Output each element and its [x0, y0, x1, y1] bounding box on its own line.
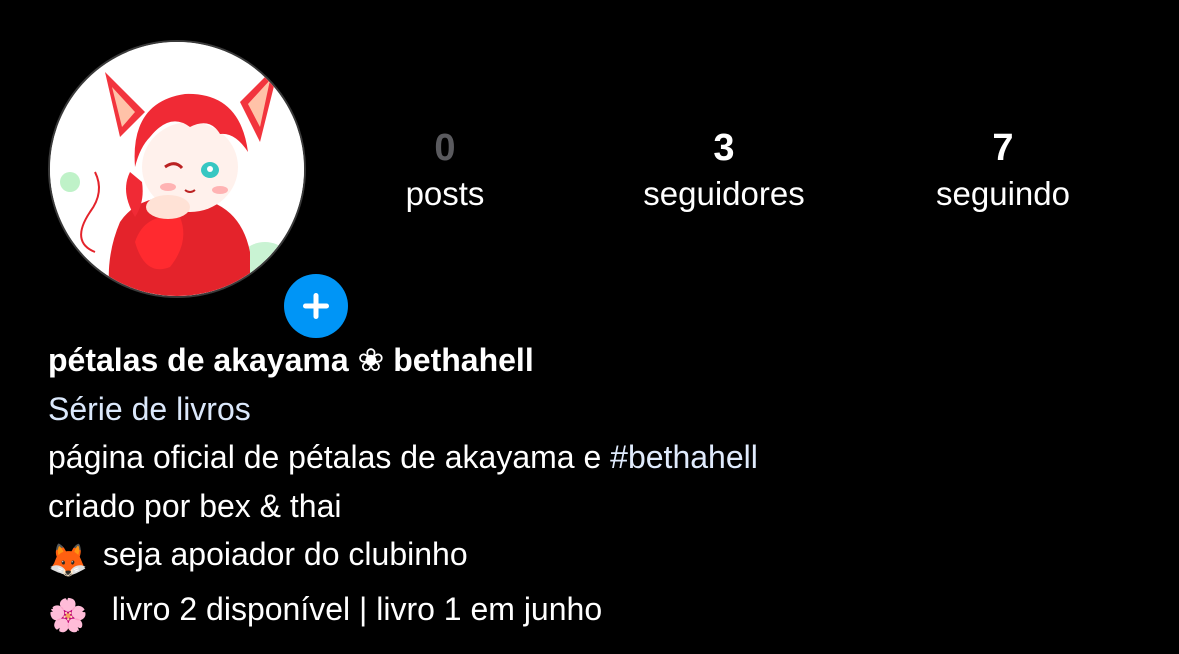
- profile-category[interactable]: Série de livros: [48, 385, 1148, 434]
- posts-count: 0: [434, 127, 456, 169]
- bio-line-1: página oficial de pétalas de akayama e #…: [48, 433, 1148, 482]
- profile-stats: 0 posts 3 seguidores 7 seguindo: [0, 124, 1179, 224]
- bio-line-1-text: página oficial de pétalas de akayama e: [48, 439, 611, 475]
- bio-line-3-text: seja apoiador do clubinho: [94, 536, 468, 572]
- bio-line-4-text: livro 2 disponível | livro 1 em junho: [94, 590, 603, 627]
- fox-face-icon: 🦊: [48, 542, 88, 578]
- stat-followers[interactable]: 3 seguidores: [604, 124, 844, 216]
- bio-line-3: 🦊 seja apoiador do clubinho: [48, 530, 1148, 585]
- followers-count: 3: [713, 127, 735, 169]
- stat-posts[interactable]: 0 posts: [325, 124, 565, 216]
- followers-label: seguidores: [643, 175, 805, 212]
- bio-line-2: criado por bex & thai: [48, 487, 342, 524]
- following-label: seguindo: [936, 175, 1070, 212]
- bio-line-4: 🌸 livro 2 disponível | livro 1 em junho: [48, 585, 1148, 640]
- profile-bio: pétalas de akayama ❀ bethahell Série de …: [48, 336, 1148, 639]
- add-story-button[interactable]: [276, 266, 356, 346]
- profile-name: pétalas de akayama ❀ bethahell: [48, 342, 534, 378]
- posts-label: posts: [405, 175, 485, 212]
- cherry-blossom-icon: 🌸: [48, 596, 88, 633]
- following-count: 7: [992, 127, 1014, 169]
- hashtag-link[interactable]: #bethahell: [610, 439, 758, 475]
- plus-icon: [303, 293, 329, 319]
- stat-following[interactable]: 7 seguindo: [883, 124, 1123, 216]
- add-story-button-circle[interactable]: [284, 274, 348, 338]
